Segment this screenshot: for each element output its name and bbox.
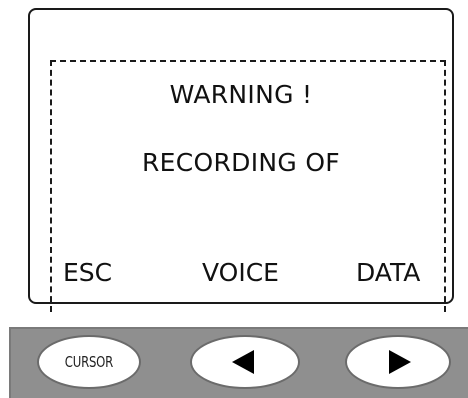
lcd-display: WARNING ! RECORDING OF ESC VOICE DATA xyxy=(28,8,454,312)
softkey-esc[interactable]: ESC xyxy=(63,258,112,287)
left-arrow-icon xyxy=(232,350,254,374)
right-arrow-button[interactable] xyxy=(345,335,451,389)
softkey-voice[interactable]: VOICE xyxy=(202,258,279,287)
cursor-button[interactable]: CURSOR xyxy=(37,335,141,389)
warning-title: WARNING ! xyxy=(169,80,313,109)
cursor-button-label: CURSOR xyxy=(64,353,114,371)
hardware-key-bar: CURSOR xyxy=(9,327,468,398)
recording-message: RECORDING OF xyxy=(142,148,340,177)
softkey-data[interactable]: DATA xyxy=(356,258,420,287)
right-arrow-icon xyxy=(389,350,411,374)
left-arrow-button[interactable] xyxy=(190,335,300,389)
